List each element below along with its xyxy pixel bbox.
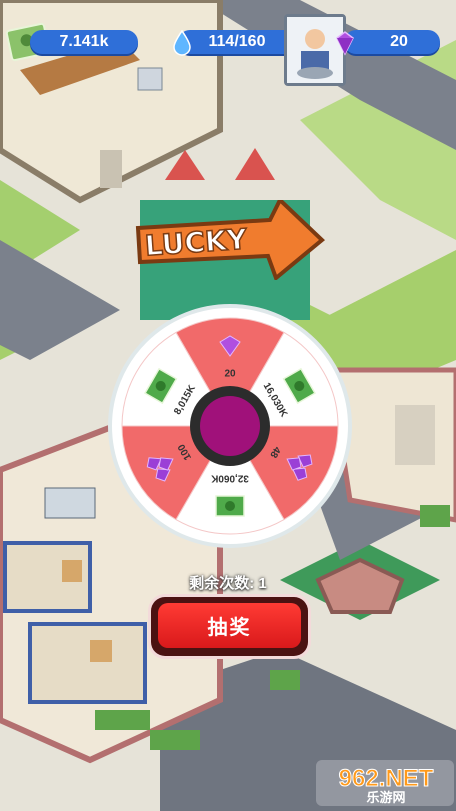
site-watermark-logo: 962.NET 乐游网 — [316, 760, 454, 806]
water-value: 114/160 — [208, 33, 266, 50]
lucky-wheel[interactable]: 20 16,030K 48 32,060K 100 8,015K — [108, 304, 352, 548]
cash-stack-icon — [215, 495, 245, 517]
wheel-segment-label: 32,060K — [210, 472, 249, 483]
remaining-spins-text: 剩余次数: 1 — [189, 575, 267, 592]
watermark-text: 962.NET — [339, 765, 434, 792]
game-scene: 7.141k 114/160 + 20 LUCKY 2016,030K4832,… — [0, 0, 456, 811]
lucky-banner: LUCKY — [135, 200, 326, 280]
cash-counter: 7.141k — [30, 30, 138, 54]
gems-value: 20 — [390, 33, 408, 50]
gems-counter: 20 — [344, 30, 440, 54]
cash-value: 7.141k — [59, 33, 109, 50]
draw-button[interactable]: 抽奖 — [151, 597, 308, 656]
draw-button-label: 抽奖 — [158, 603, 301, 648]
water-counter: 114/160 — [178, 30, 298, 54]
watermark-subtext: 乐游网 — [366, 790, 405, 805]
wheel-graphic: 2016,030K4832,060K1008,015K — [108, 304, 352, 548]
wheel-segment-label: 20 — [224, 369, 236, 380]
wheel-hub[interactable] — [200, 396, 260, 456]
water-drop-icon — [173, 30, 191, 56]
purple-gem-icon — [336, 31, 354, 56]
